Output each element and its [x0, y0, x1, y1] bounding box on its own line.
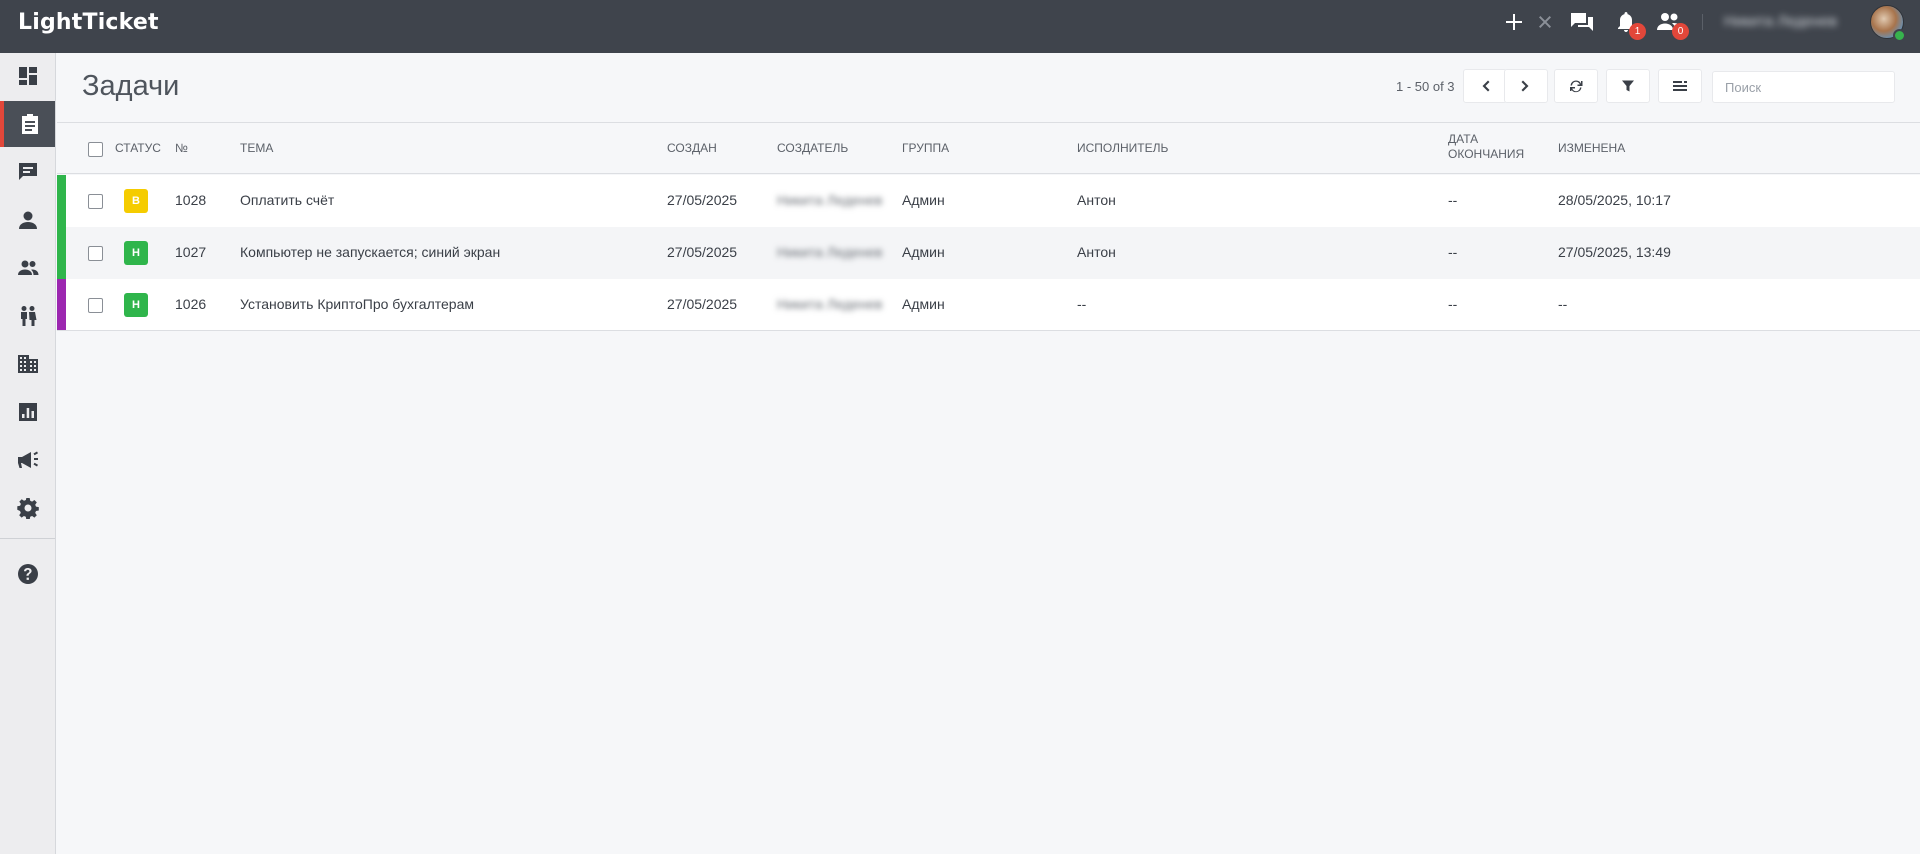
ticket-number: 1027 — [175, 244, 207, 260]
sidebar-item-announcements[interactable] — [0, 437, 55, 483]
status-color-bar — [57, 175, 66, 227]
table-row[interactable]: В 1028 Оплатить счёт 27/05/2025 Никита Л… — [57, 175, 1920, 227]
ticket-modified: 28/05/2025, 10:17 — [1558, 192, 1671, 208]
plus-icon[interactable] — [1500, 8, 1528, 36]
priority-badge: Н — [124, 241, 148, 265]
sidebar-divider — [0, 538, 55, 539]
people-icon — [20, 306, 36, 326]
list-settings-icon — [1673, 80, 1687, 91]
sidebar-item-tasks[interactable] — [0, 101, 55, 147]
user-name[interactable]: Никита Леденев — [1724, 13, 1837, 30]
filter-icon — [1622, 80, 1634, 92]
ticket-assignee: -- — [1077, 296, 1087, 312]
column-group[interactable]: ГРУППА — [902, 141, 949, 156]
columns-button[interactable] — [1658, 69, 1702, 103]
notifications-button[interactable]: 1 — [1612, 8, 1646, 40]
ticket-modified: -- — [1558, 296, 1568, 312]
row-checkbox[interactable] — [88, 246, 103, 261]
users-icon — [17, 260, 38, 275]
dashboard-icon — [18, 67, 37, 85]
app-logo[interactable]: LightTicket — [18, 10, 159, 35]
ticket-assignee: Антон — [1077, 192, 1116, 208]
top-bar: LightTicket 1 0 Никита Леденев — [0, 0, 1920, 53]
ticket-created: 27/05/2025 — [667, 296, 738, 312]
sidebar-item-messages[interactable] — [0, 149, 55, 195]
table-row[interactable]: Н 1026 Установить КриптоПро бухгалтерам … — [57, 279, 1920, 331]
ticket-number: 1028 — [175, 192, 207, 208]
sidebar-item-people[interactable] — [0, 293, 55, 339]
ticket-assignee: Антон — [1077, 244, 1116, 260]
ticket-created: 27/05/2025 — [667, 192, 738, 208]
next-page-button[interactable] — [1504, 69, 1548, 103]
ticket-creator: Никита Леденев — [777, 192, 883, 208]
sidebar-item-settings[interactable] — [0, 485, 55, 531]
building-icon — [17, 355, 38, 373]
avatar[interactable] — [1870, 5, 1906, 42]
sidebar-item-companies[interactable] — [0, 341, 55, 387]
ticket-modified: 27/05/2025, 13:49 — [1558, 244, 1671, 260]
table-header: СТАТУС № ТЕМА СОЗДАН СОЗДАТЕЛЬ ГРУППА ИС… — [57, 122, 1920, 174]
ticket-subject[interactable]: Установить КриптоПро бухгалтерам — [240, 296, 474, 312]
close-icon[interactable] — [1531, 8, 1559, 36]
column-number[interactable]: № — [175, 141, 188, 156]
sidebar-item-reports[interactable] — [0, 389, 55, 435]
chat-icon[interactable] — [1568, 8, 1596, 36]
chevron-left-icon — [1482, 80, 1490, 92]
table-bottom-border — [57, 330, 1920, 331]
page-title: Задачи — [82, 70, 180, 102]
online-status-dot — [1893, 29, 1906, 42]
row-checkbox[interactable] — [88, 298, 103, 313]
status-color-bar — [57, 279, 66, 331]
ticket-due-date: -- — [1448, 296, 1458, 312]
column-created[interactable]: СОЗДАН — [667, 141, 717, 156]
ticket-creator: Никита Леденев — [777, 244, 883, 260]
sidebar — [0, 53, 56, 854]
select-all-checkbox[interactable] — [88, 142, 103, 157]
column-subject[interactable]: ТЕМА — [240, 141, 273, 156]
sidebar-item-person[interactable] — [0, 197, 55, 243]
users-badge: 0 — [1672, 23, 1689, 40]
ticket-group: Админ — [902, 192, 945, 208]
person-icon — [18, 211, 37, 229]
column-status[interactable]: СТАТУС — [115, 141, 161, 156]
ticket-creator: Никита Леденев — [777, 296, 883, 312]
reports-icon — [18, 403, 37, 421]
ticket-number: 1026 — [175, 296, 207, 312]
refresh-button[interactable] — [1554, 69, 1598, 103]
column-creator[interactable]: СОЗДАТЕЛЬ — [777, 141, 848, 156]
ticket-subject[interactable]: Оплатить счёт — [240, 192, 334, 208]
notifications-badge: 1 — [1629, 23, 1646, 40]
refresh-icon — [1570, 80, 1583, 93]
settings-icon — [16, 498, 39, 519]
search-input[interactable] — [1712, 71, 1895, 103]
ticket-due-date: -- — [1448, 244, 1458, 260]
ticket-group: Админ — [902, 244, 945, 260]
chevron-right-icon — [1521, 80, 1529, 92]
ticket-due-date: -- — [1448, 192, 1458, 208]
chat-icon — [18, 163, 37, 180]
table-row[interactable]: Н 1027 Компьютер не запускается; синий э… — [57, 227, 1920, 279]
priority-badge: В — [124, 189, 148, 213]
priority-badge: Н — [124, 293, 148, 317]
topbar-divider — [1702, 14, 1703, 30]
sidebar-item-users[interactable] — [0, 245, 55, 291]
tasks-icon — [21, 114, 38, 134]
filter-button[interactable] — [1606, 69, 1650, 103]
status-color-bar — [57, 227, 66, 279]
sidebar-item-help[interactable] — [0, 551, 55, 597]
ticket-subject[interactable]: Компьютер не запускается; синий экран — [240, 244, 500, 260]
online-users-button[interactable]: 0 — [1655, 8, 1689, 40]
ticket-group: Админ — [902, 296, 945, 312]
pagination-info: 1 - 50 of 3 — [1396, 79, 1455, 94]
row-checkbox[interactable] — [88, 194, 103, 209]
sidebar-item-dashboard[interactable] — [0, 53, 55, 99]
ticket-created: 27/05/2025 — [667, 244, 738, 260]
megaphone-icon — [17, 451, 38, 468]
prev-page-button[interactable] — [1463, 69, 1507, 103]
column-due-date[interactable]: ДАТА ОКОНЧАНИЯ — [1448, 132, 1538, 162]
column-assignee[interactable]: ИСПОЛНИТЕЛЬ — [1077, 141, 1168, 156]
help-icon — [17, 564, 38, 584]
column-modified[interactable]: ИЗМЕНЕНА — [1558, 141, 1625, 156]
